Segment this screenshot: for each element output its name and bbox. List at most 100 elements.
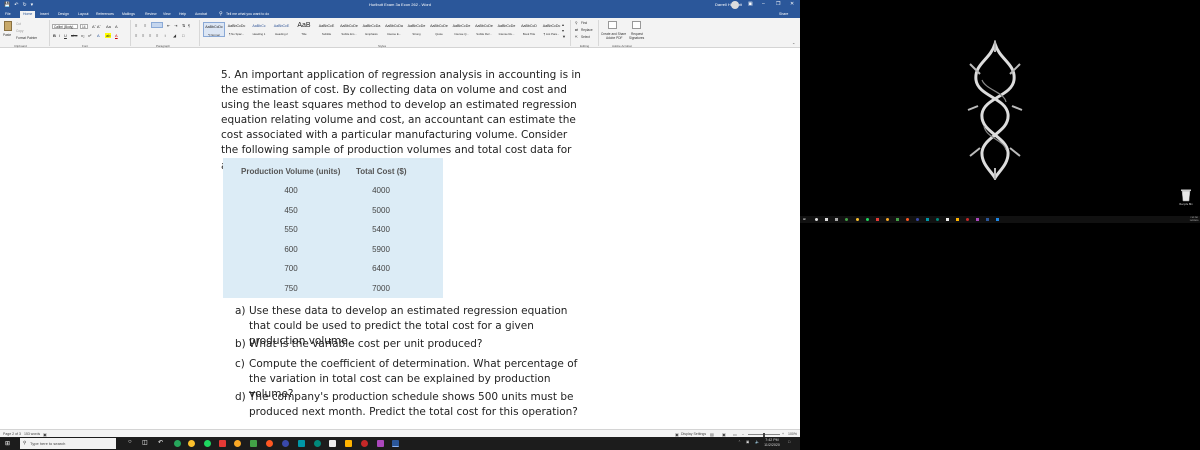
tell-me-box[interactable]: Tell me what you want to do (226, 12, 269, 16)
font-color-icon[interactable]: A (115, 33, 118, 38)
task-view-icon[interactable] (825, 218, 828, 221)
decrease-indent-icon[interactable]: ⇤ (167, 23, 170, 28)
sort-icon[interactable]: ⇅ (182, 23, 185, 28)
select-icon[interactable]: ⇱ (575, 35, 578, 39)
tab-file[interactable]: File (5, 12, 11, 16)
app-icon[interactable] (345, 440, 352, 447)
zoom-slider-thumb[interactable] (763, 432, 765, 437)
align-left-icon[interactable]: ≡ (135, 33, 137, 38)
clear-formatting-icon[interactable]: A (115, 24, 118, 29)
change-case-icon[interactable]: Aa (106, 24, 111, 29)
app-icon[interactable] (886, 218, 889, 221)
zoom-level[interactable]: 100% (788, 432, 797, 436)
style-item[interactable]: AaBbCcDc ¶ List Para... (541, 22, 563, 37)
app-icon[interactable] (282, 440, 289, 447)
app-icon[interactable] (361, 440, 368, 447)
increase-indent-icon[interactable]: ⇥ (174, 23, 177, 28)
select-button[interactable]: Select (581, 35, 590, 39)
strikethrough-icon[interactable]: abc (71, 33, 77, 38)
bullets-icon[interactable]: ≡ (135, 23, 137, 28)
align-right-icon[interactable]: ≡ (149, 33, 151, 38)
chrome-icon[interactable] (856, 218, 859, 221)
tab-view[interactable]: View (163, 12, 171, 16)
volume-icon[interactable]: 🔈 (755, 440, 759, 445)
app-icon[interactable] (996, 218, 999, 221)
app-icon[interactable] (966, 218, 969, 221)
app-icon[interactable] (314, 440, 321, 447)
app-icon[interactable] (906, 218, 909, 221)
style-item[interactable]: AaBbCcDe Subtle Em... (338, 22, 360, 37)
share-button[interactable]: Share (779, 12, 788, 16)
underline-icon[interactable]: U (64, 33, 67, 38)
styles-scroll-up-icon[interactable]: ▴ (562, 22, 564, 27)
align-center-icon[interactable]: ≡ (142, 33, 144, 38)
app-icon[interactable] (298, 440, 305, 447)
style-item[interactable]: AaBbCcE Subtitle (316, 22, 338, 37)
app-icon[interactable] (250, 440, 257, 447)
find-button[interactable]: Find (581, 21, 587, 25)
style-item[interactable]: AaBbCcDc ¶ No Spac... (226, 22, 248, 37)
app-icon[interactable] (266, 440, 273, 447)
app-icon[interactable] (916, 218, 919, 221)
app-icon[interactable] (377, 440, 384, 447)
style-item[interactable]: AaBbCcDe Intense Q... (451, 22, 473, 37)
app-icon[interactable] (896, 218, 899, 221)
app-icon[interactable] (835, 218, 838, 221)
numbering-icon[interactable]: ≡ (144, 23, 146, 28)
style-item[interactable]: AaBbCcDe Subtle Ref... (473, 22, 495, 37)
app-icon[interactable] (946, 218, 949, 221)
recycle-bin-icon[interactable] (1180, 188, 1192, 202)
recycle-bin-label[interactable]: Recycle Bin (1172, 203, 1200, 206)
tab-home[interactable]: Home (20, 11, 36, 18)
highlight-icon[interactable]: ab (105, 33, 112, 38)
app-icon[interactable] (936, 218, 939, 221)
style-item[interactable]: AaBbCcE Heading 2 (271, 22, 293, 37)
borders-icon[interactable]: □ (182, 33, 184, 38)
multilevel-list-icon[interactable] (151, 22, 163, 28)
app-icon[interactable] (219, 440, 226, 447)
superscript-icon[interactable]: x² (88, 33, 91, 38)
format-painter-button[interactable]: Format Painter (16, 36, 37, 40)
show-hidden-icons-icon[interactable]: ⌃ (738, 440, 741, 445)
bold-icon[interactable]: B (53, 33, 56, 38)
italic-icon[interactable]: I (59, 33, 60, 38)
app-icon[interactable] (976, 218, 979, 221)
style-item[interactable]: AaBbCcDe Quote (428, 22, 450, 37)
tab-acrobat[interactable]: Acrobat (195, 12, 207, 16)
tab-help[interactable]: Help (179, 12, 186, 16)
cut-button[interactable]: Cut (16, 22, 21, 26)
styles-more-icon[interactable]: ▼ (562, 34, 566, 39)
paste-button[interactable]: Paste (3, 33, 11, 37)
style-item[interactable]: AaBbCcDe Strong (406, 22, 428, 37)
task-view-icon[interactable]: ◫ (142, 439, 148, 446)
line-spacing-icon[interactable]: ↕ (164, 33, 166, 38)
back-icon[interactable]: ↶ (158, 439, 163, 446)
start-windows-icon[interactable]: ⊞ (5, 440, 10, 447)
restore-icon[interactable]: ❐ (776, 1, 780, 7)
create-pdf-icon[interactable] (608, 21, 617, 29)
notifications-icon[interactable]: □ (788, 440, 790, 445)
style-item[interactable]: AaBbCcDc ¶ Normal (203, 22, 225, 37)
copy-button[interactable]: Copy (16, 29, 23, 33)
zoom-in-icon[interactable]: + (782, 432, 784, 436)
avatar[interactable] (731, 1, 739, 9)
word-icon[interactable] (986, 218, 989, 221)
start-windows-icon[interactable]: ⊞ (803, 217, 806, 221)
paste-icon[interactable] (4, 21, 12, 31)
network-icon[interactable]: ▣ (746, 440, 749, 445)
app-icon[interactable] (926, 218, 929, 221)
replace-button[interactable]: Replace (581, 28, 593, 32)
ribbon-display-icon[interactable]: ▣ (748, 1, 753, 7)
style-item[interactable]: AaBbCcDa Intense E... (383, 22, 405, 37)
minimize-icon[interactable]: – (762, 1, 765, 7)
close-icon[interactable]: ✕ (790, 1, 794, 7)
tab-insert[interactable]: Insert (40, 12, 49, 16)
word-count[interactable]: 153 words (24, 432, 40, 436)
search-icon[interactable] (815, 218, 818, 221)
justify-icon[interactable]: ≡ (156, 33, 158, 38)
font-family-select[interactable]: Calibri (Body) (52, 24, 78, 29)
tab-mailings[interactable]: Mailings (122, 12, 135, 16)
tab-layout[interactable]: Layout (78, 12, 89, 16)
secondary-clock[interactable]: 7:42 PM 11/2/2020 (1188, 217, 1200, 222)
show-marks-icon[interactable]: ¶ (188, 23, 190, 28)
